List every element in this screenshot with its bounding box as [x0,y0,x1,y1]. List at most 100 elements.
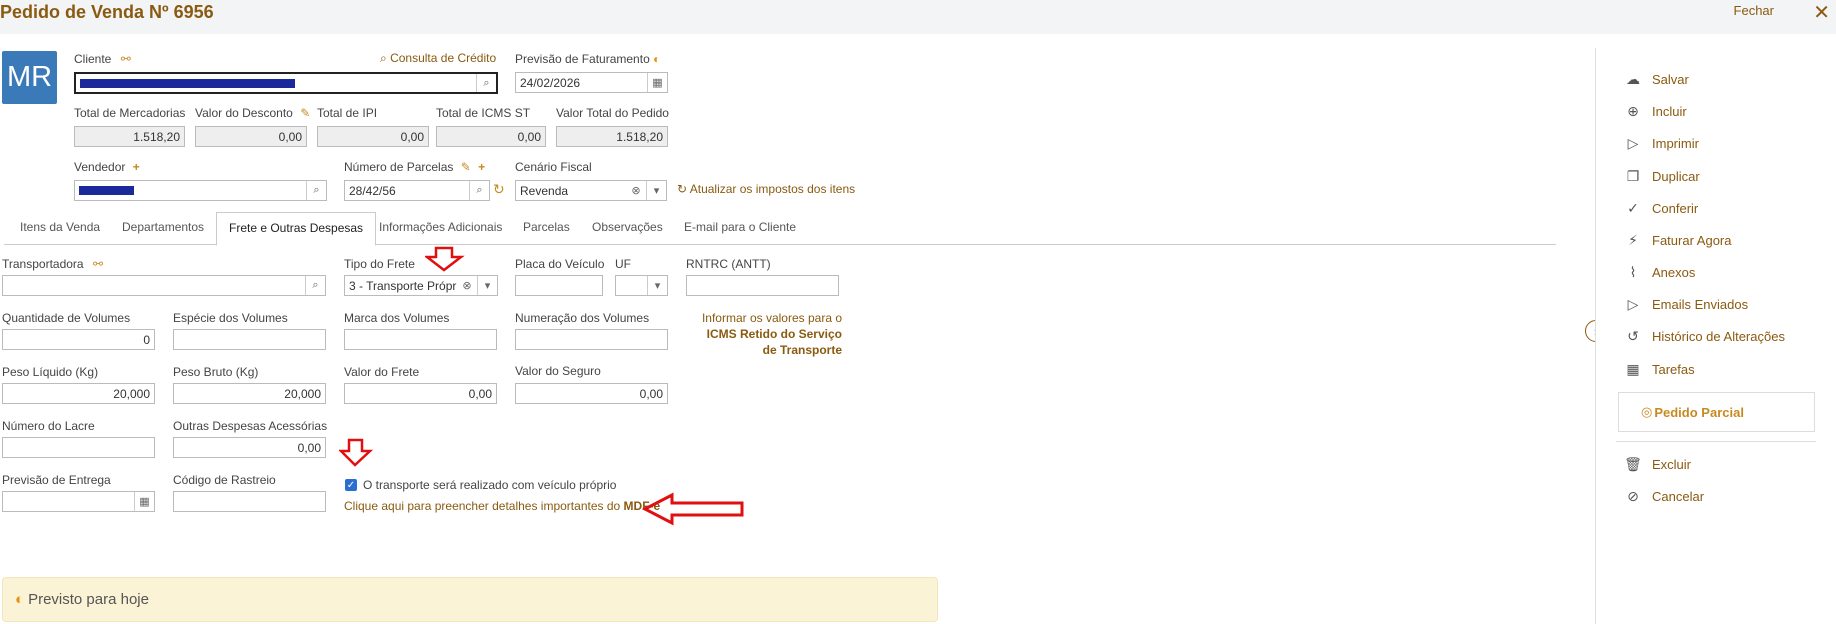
previsao-faturamento-input[interactable]: 24/02/2026 ▦ [515,72,668,93]
tab-itens-venda[interactable]: Itens da Venda [20,220,100,234]
tab-informacoes-adicionais[interactable]: Informações Adicionais [379,220,502,234]
annotation-arrow-down-icon [425,246,465,272]
tipo-frete-select[interactable]: 3 - Transporte Próprio ⊗ ▾ [344,275,498,296]
search-icon[interactable]: ⌕ [306,181,326,200]
tab-frete-outras-despesas[interactable]: Frete e Outras Despesas [216,212,377,246]
pencil-icon[interactable]: ✎ [461,160,471,174]
history-icon: ↺ [1627,328,1639,344]
credit-check-link[interactable]: ⌕ Consulta de Crédito [380,51,496,66]
previsao-entrega-input[interactable]: ▦ [2,491,155,512]
placa-veiculo-label: Placa do Veículo [515,257,605,271]
calendar-icon[interactable]: ▦ [134,492,154,511]
page-title: Pedido de Venda Nº 6956 [0,2,214,22]
duplicar-button[interactable]: ❐ Duplicar [1624,168,1700,185]
plus-icon[interactable]: + [478,160,485,174]
refresh-icon[interactable]: ↻ [493,181,505,198]
tarefas-button[interactable]: ▦ Tarefas [1624,361,1694,378]
tab-email-cliente[interactable]: E-mail para o Cliente [684,220,796,234]
anexos-button[interactable]: ⌇ Anexos [1624,264,1696,281]
peso-liquido-input[interactable]: 20,000 [2,383,155,404]
imprimir-button[interactable]: ▷ Imprimir [1624,135,1699,152]
search-icon[interactable]: ⌕ [305,276,325,295]
valor-desconto-value: 0,00 [195,126,307,147]
tab-departamentos[interactable]: Departamentos [122,220,204,234]
cancelar-label: Cancelar [1652,489,1705,504]
especie-volumes-label: Espécie dos Volumes [173,311,288,325]
veiculo-proprio-checkbox[interactable]: ✓ [345,479,357,491]
clear-icon[interactable]: ⊗ [626,181,646,200]
especie-volumes-input[interactable] [173,329,326,350]
previsao-entrega-label: Previsão de Entrega [2,473,111,487]
rntrc-label: RNTRC (ANTT) [686,257,771,271]
pedido-parcial-button[interactable]: ◎ Pedido Parcial [1618,392,1815,432]
outras-despesas-input[interactable]: 0,00 [173,437,326,458]
plus-icon[interactable]: + [133,160,140,174]
marca-volumes-input[interactable] [344,329,497,350]
valor-seguro-input[interactable]: 0,00 [515,383,668,404]
numero-parcelas-value: 28/42/56 [349,183,396,198]
rntrc-input[interactable] [686,275,839,296]
total-mercadorias-label: Total de Mercadorias [74,106,186,120]
peso-bruto-input[interactable]: 20,000 [173,383,326,404]
tipo-frete-label: Tipo do Frete [344,257,415,271]
icms-retido-link[interactable]: Informar os valores para o ICMS Retido d… [680,310,842,358]
redacted-client [80,78,295,88]
update-taxes-link[interactable]: ↻ Atualizar os impostos dos itens [677,182,855,196]
plus-circle-icon: ⊕ [1627,103,1639,119]
excluir-button[interactable]: 🗑 Excluir [1624,456,1691,473]
historico-alteracoes-button[interactable]: ↺ Histórico de Alterações [1624,328,1785,345]
uf-select[interactable]: ▾ [615,275,668,296]
cancelar-button[interactable]: ⊘ Cancelar [1624,488,1704,505]
vendedor-input[interactable]: ⌕ [74,180,327,201]
calendar-icon[interactable]: ▦ [647,73,667,92]
search-icon[interactable]: ⌕ [469,181,489,200]
check-icon: ✓ [1627,200,1639,216]
quantidade-volumes-input[interactable]: 0 [2,329,155,350]
search-icon[interactable]: ⌕ [476,74,496,92]
link-icon[interactable]: ⚯ [93,257,103,271]
numeracao-volumes-label: Numeração dos Volumes [515,311,650,325]
send-icon: ▷ [1627,296,1639,312]
numero-parcelas-input[interactable]: 28/42/56 ⌕ [344,180,490,201]
codigo-rastreio-input[interactable] [173,491,326,512]
uf-label: UF [615,257,631,271]
link-icon[interactable]: ⚯ [121,52,131,66]
chevron-down-icon[interactable]: ▾ [477,276,497,295]
chevron-down-icon[interactable]: ▾ [646,181,666,200]
salvar-button[interactable]: ☁ Salvar [1624,71,1689,88]
tab-observacoes[interactable]: Observações [592,220,663,234]
incluir-button[interactable]: ⊕ Incluir [1624,103,1687,120]
cliente-input[interactable]: ⌕ [74,72,498,94]
close-icon[interactable]: ✕ [1813,0,1830,25]
bolt-icon: ⚡ [1628,232,1638,248]
previsao-faturamento-value: 24/02/2026 [520,75,581,90]
annotation-arrow-down-icon [339,438,373,467]
refresh-icon: ↻ [677,182,688,196]
valor-frete-input[interactable]: 0,00 [344,383,497,404]
previsao-faturamento-label-text: Previsão de Faturamento [515,52,650,66]
forecast-banner-text: Previsto para hoje [28,591,149,608]
trash-icon: 🗑 [1624,456,1642,472]
previsao-faturamento-label: Previsão de Faturamento ◐ [515,52,660,66]
table-icon: ▦ [1626,361,1640,377]
placa-veiculo-input[interactable] [515,275,603,296]
total-mercadorias-value: 1.518,20 [74,126,185,147]
cloud-upload-icon: ☁ [1626,71,1640,87]
mdfe-link[interactable]: Clique aqui para preencher detalhes impo… [344,499,660,513]
tab-parcelas[interactable]: Parcelas [523,220,570,234]
codigo-rastreio-label: Código de Rastreio [173,473,276,487]
cenario-fiscal-select[interactable]: Revenda ⊗ ▾ [515,180,667,201]
close-link[interactable]: Fechar [1734,3,1774,18]
pencil-icon[interactable]: ✎ [300,106,310,120]
numero-lacre-input[interactable] [2,437,155,458]
faturar-agora-button[interactable]: ⚡ Faturar Agora [1624,232,1731,249]
conferir-button[interactable]: ✓ Conferir [1624,200,1698,217]
icms-note-line1: Informar os valores para o [701,311,842,325]
numeracao-volumes-input[interactable] [515,329,668,350]
half-circle-icon: ◐ [653,52,661,66]
clear-icon[interactable]: ⊗ [457,276,477,295]
chevron-down-icon[interactable]: ▾ [647,276,667,295]
emails-enviados-button[interactable]: ▷ Emails Enviados [1624,296,1749,313]
transportadora-input[interactable]: ⌕ [2,275,326,296]
tipo-frete-value: 3 - Transporte Próprio [349,278,466,293]
